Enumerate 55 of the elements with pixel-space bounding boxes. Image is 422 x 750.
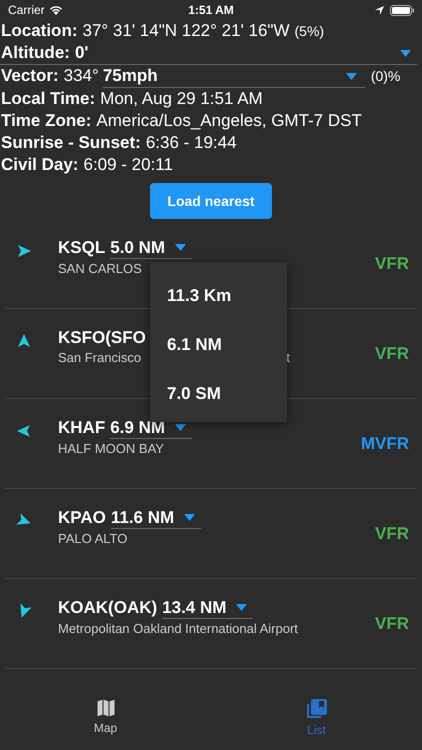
vector-percent-text: (0)% (370, 67, 400, 86)
menu-item[interactable]: 6.1 NM (150, 320, 287, 369)
wifi-icon (48, 5, 63, 15)
distance-dropdown[interactable]: 11.6 NM (110, 508, 202, 528)
info-value: 37° 31' 14"N 122° 21' 16"W (82, 20, 290, 42)
battery-icon (390, 4, 414, 16)
info-label: Local Time: (1, 88, 96, 110)
airport-name: Metropolitan Oakland International Airport (58, 620, 298, 636)
flight-category: VFR (375, 254, 409, 274)
info-value: America/Los_Angeles, GMT-7 DST (96, 110, 362, 132)
info-value: 334° (64, 65, 99, 87)
info-label: Altitude: (1, 42, 70, 64)
caret-icon[interactable] (175, 244, 186, 251)
location-arrow-icon (375, 6, 384, 14)
clock-text: 1:51 AM (188, 3, 234, 17)
info-value: 6:36 - 19:44 (146, 132, 237, 154)
speed-dropdown[interactable]: 75mph (102, 65, 365, 88)
caret-icon[interactable] (236, 604, 248, 611)
info-label: Vector: (1, 65, 59, 87)
airport-code: KHAF (58, 418, 106, 438)
map-icon (96, 698, 116, 718)
stacked-cards-icon (306, 698, 328, 720)
flight-category: MVFR (360, 434, 409, 454)
tab[interactable]: Map (0, 690, 211, 750)
carrier-text: Carrier (8, 3, 45, 17)
menu-item[interactable]: 7.0 SM (150, 369, 287, 418)
distance-dropdown[interactable]: 13.4 NM (162, 598, 254, 618)
distance-dropdown[interactable]: 5.0 NM (110, 238, 192, 258)
wind-arrow-icon (16, 333, 32, 349)
airport-name: SAN CARLOS (58, 260, 142, 276)
info-value: 6:09 - 20:11 (83, 154, 173, 176)
wind-arrow-icon (16, 243, 32, 259)
caret-icon[interactable] (346, 72, 357, 80)
airport-name: t (286, 350, 290, 365)
info-label: Time Zone: (1, 110, 92, 132)
flight-category: VFR (375, 614, 409, 634)
wind-arrow-icon (16, 423, 32, 439)
caret-icon[interactable] (175, 424, 186, 431)
info-label: Civil Day: (1, 154, 78, 176)
info-label: Location: (1, 20, 78, 42)
info-value: Mon, Aug 29 1:51 AM (100, 88, 263, 110)
flight-category: VFR (375, 344, 409, 364)
caret-icon[interactable] (184, 514, 196, 521)
airport-name: HALF MOON BAY (58, 440, 164, 456)
accuracy-text: (5%) (294, 22, 324, 41)
airport-code: KSQL (58, 238, 106, 258)
info-label: Sunrise - Sunset: (1, 132, 141, 154)
airport-code: KOAK(OAK) (58, 598, 158, 618)
airport-code: KPAO (58, 508, 106, 528)
airport-code: KSFO(SFO (58, 328, 146, 348)
flight-category: VFR (375, 524, 409, 544)
airport-name: PALO ALTO (58, 530, 128, 546)
airport-name: San Francisco (58, 350, 142, 365)
caret-icon[interactable] (400, 50, 411, 56)
menu-item[interactable]: 11.3 Km (150, 271, 287, 320)
